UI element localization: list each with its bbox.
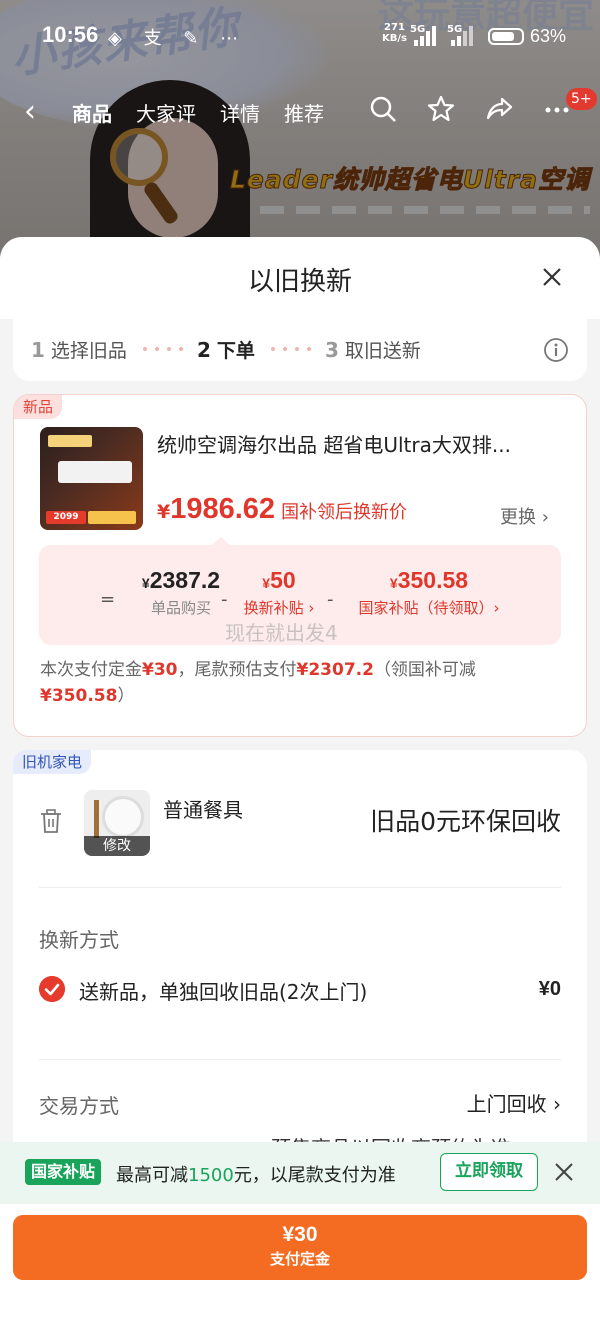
product-title[interactable]: 统帅空调海尔出品 超省电Ultra大双排... (157, 429, 567, 458)
claim-subsidy-button[interactable]: 立即领取 (440, 1153, 538, 1191)
signal-1-icon (414, 26, 438, 46)
product-nav: ‹ 商品 大家评 详情 推荐 5+ (0, 80, 600, 140)
trade-in-sheet: 以旧换新 1 选择旧品 2 下单 3 取旧送新 新品 2099 统帅空调海尔出品 超省… (0, 237, 600, 1335)
close-icon[interactable] (538, 263, 566, 291)
old-item-thumbnail[interactable]: 修改 (84, 790, 150, 856)
change-product-button[interactable]: 更换 › (500, 503, 549, 529)
signal-2-icon (451, 26, 475, 46)
search-icon[interactable] (368, 94, 398, 124)
battery-icon (488, 28, 524, 45)
recycle-info: 旧品0元环保回收 (370, 807, 561, 836)
battery-percent: 63% (530, 26, 567, 46)
old-appliance-card: 旧机家电 修改 普通餐具 旧品0元环保回收 换新方式 送新品，单独回收旧品(2次… (13, 750, 587, 1170)
trash-icon[interactable] (39, 808, 63, 834)
trade-in-steps: 1 选择旧品 2 下单 3 取旧送新 (13, 319, 587, 381)
message-badge: 5+ (566, 88, 597, 110)
bottom-bar: ¥30 支付定金 (0, 1204, 600, 1335)
product-thumbnail[interactable]: 2099 (40, 427, 143, 530)
price-note: 国补领后换新价 (281, 502, 408, 523)
subsidy-tag: 国家补贴 (25, 1159, 102, 1185)
watermark-text: 现在就出发4 (225, 621, 338, 645)
old-appliance-tag: 旧机家电 (13, 750, 92, 774)
new-product-card: 新品 2099 统帅空调海尔出品 超省电Ultra大双排... ¥1986.62… (13, 394, 587, 737)
subsidy-banner: 国家补贴 最高可减1500元，以尾款支付为准 立即领取 (0, 1142, 600, 1204)
sheet-title: 以旧换新 (247, 267, 352, 297)
check-icon[interactable] (39, 976, 65, 1002)
tab-details[interactable]: 详情 (220, 98, 260, 127)
new-product-tag: 新品 (14, 395, 63, 419)
tab-goods[interactable]: 商品 (72, 98, 112, 127)
close-banner-icon[interactable] (553, 1161, 575, 1183)
status-bar: 10:56 ◈ 支 ✎ ⋯ 271 KB/s 5G 5G 63% (0, 0, 600, 76)
subsidy-text: 最高可减1500元，以尾款支付为准 (116, 1165, 396, 1186)
exchange-option-price: ¥0 (538, 978, 561, 1000)
info-icon[interactable] (543, 337, 569, 363)
step-place-order: 2 下单 (197, 338, 255, 362)
trade-method-label: 交易方式 (39, 1094, 119, 1118)
edit-old-item-button[interactable]: 修改 (84, 836, 150, 856)
step-pickup-deliver: 3 取旧送新 (325, 338, 421, 362)
net-speed: 271 KB/s (382, 22, 407, 44)
share-icon[interactable] (484, 94, 514, 124)
back-icon[interactable]: ‹ (24, 94, 36, 129)
product-price: ¥1986.62 国补领后换新价 (157, 493, 408, 525)
step-select-old: 1 选择旧品 (31, 338, 127, 362)
pay-deposit-button[interactable]: ¥30 支付定金 (13, 1215, 587, 1280)
national-subsidy[interactable]: ¥350.58 国家补贴（待领取）› (339, 567, 519, 618)
tab-recommend[interactable]: 推荐 (284, 98, 324, 127)
clock: 10:56 (42, 22, 99, 47)
product-tabs: 商品 大家评 详情 推荐 (72, 98, 324, 127)
trade-method-select[interactable]: 上门回收 › (467, 1088, 561, 1117)
sheet-header: 以旧换新 (0, 237, 600, 319)
star-icon[interactable] (426, 94, 456, 124)
notification-icons: ◈ 支 ✎ ⋯ (108, 28, 247, 49)
tab-reviews[interactable]: 大家评 (136, 98, 196, 127)
price-breakdown: = ¥2387.2 单品购买 - ¥50 换新补贴 › - ¥350.58 国家… (39, 537, 561, 645)
trade-in-subsidy[interactable]: ¥50 换新补贴 › (229, 567, 329, 618)
exchange-option-label[interactable]: 送新品，单独回收旧品(2次上门) (79, 976, 367, 1005)
payment-note: 本次支付定金¥30，尾款预估支付¥2307.2（领国补可减 ¥350.58） (40, 660, 476, 706)
old-item-name: 普通餐具 (163, 798, 243, 822)
exchange-method-label: 换新方式 (39, 928, 119, 952)
